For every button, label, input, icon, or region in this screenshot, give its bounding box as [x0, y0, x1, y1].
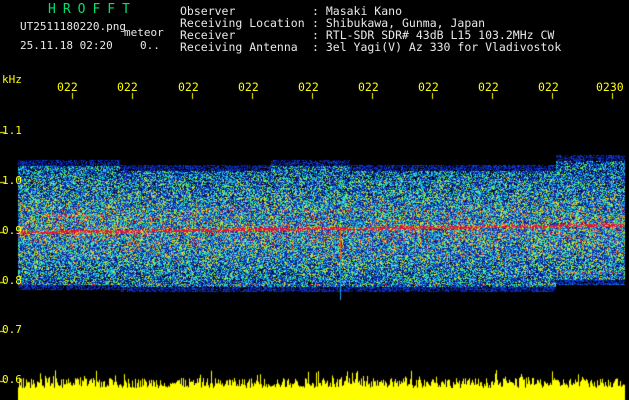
- meteor-count: 0..: [140, 39, 160, 52]
- freq-label-1-1: 1.1: [2, 124, 22, 137]
- app-title: HROFFT: [48, 2, 137, 17]
- spectrogram-canvas: [0, 0, 629, 400]
- time-label-9: 022: [538, 80, 559, 94]
- time-label-7: 022: [418, 80, 439, 94]
- freq-label-0-7: 0.7: [2, 323, 22, 336]
- freq-label-0-6: 0.6: [2, 373, 22, 386]
- antenna-label: Receiving Antenna: [180, 40, 298, 54]
- time-label-6: 022: [358, 80, 379, 94]
- time-label-4: 022: [238, 80, 259, 94]
- time-label-8: 022: [478, 80, 499, 94]
- freq-unit-label: kHz: [2, 73, 22, 86]
- meteor-label: meteor: [124, 26, 164, 39]
- filename: UT2511180220.png: [20, 20, 126, 33]
- datetime: 25.11.18 02:20: [20, 39, 113, 52]
- freq-label-0-8: 0.8: [2, 274, 22, 287]
- antenna-value: : 3el Yagi(V) Az 330 for Vladivostok: [312, 40, 562, 54]
- time-label-3: 022: [178, 80, 199, 94]
- freq-label-1-0: 1.0: [2, 174, 22, 187]
- time-label-1: 022: [57, 80, 78, 94]
- freq-label-0-9: 0.9: [2, 224, 22, 237]
- time-label-5: 022: [298, 80, 319, 94]
- time-label-2: 022: [117, 80, 138, 94]
- time-label-10: 0230: [596, 80, 624, 94]
